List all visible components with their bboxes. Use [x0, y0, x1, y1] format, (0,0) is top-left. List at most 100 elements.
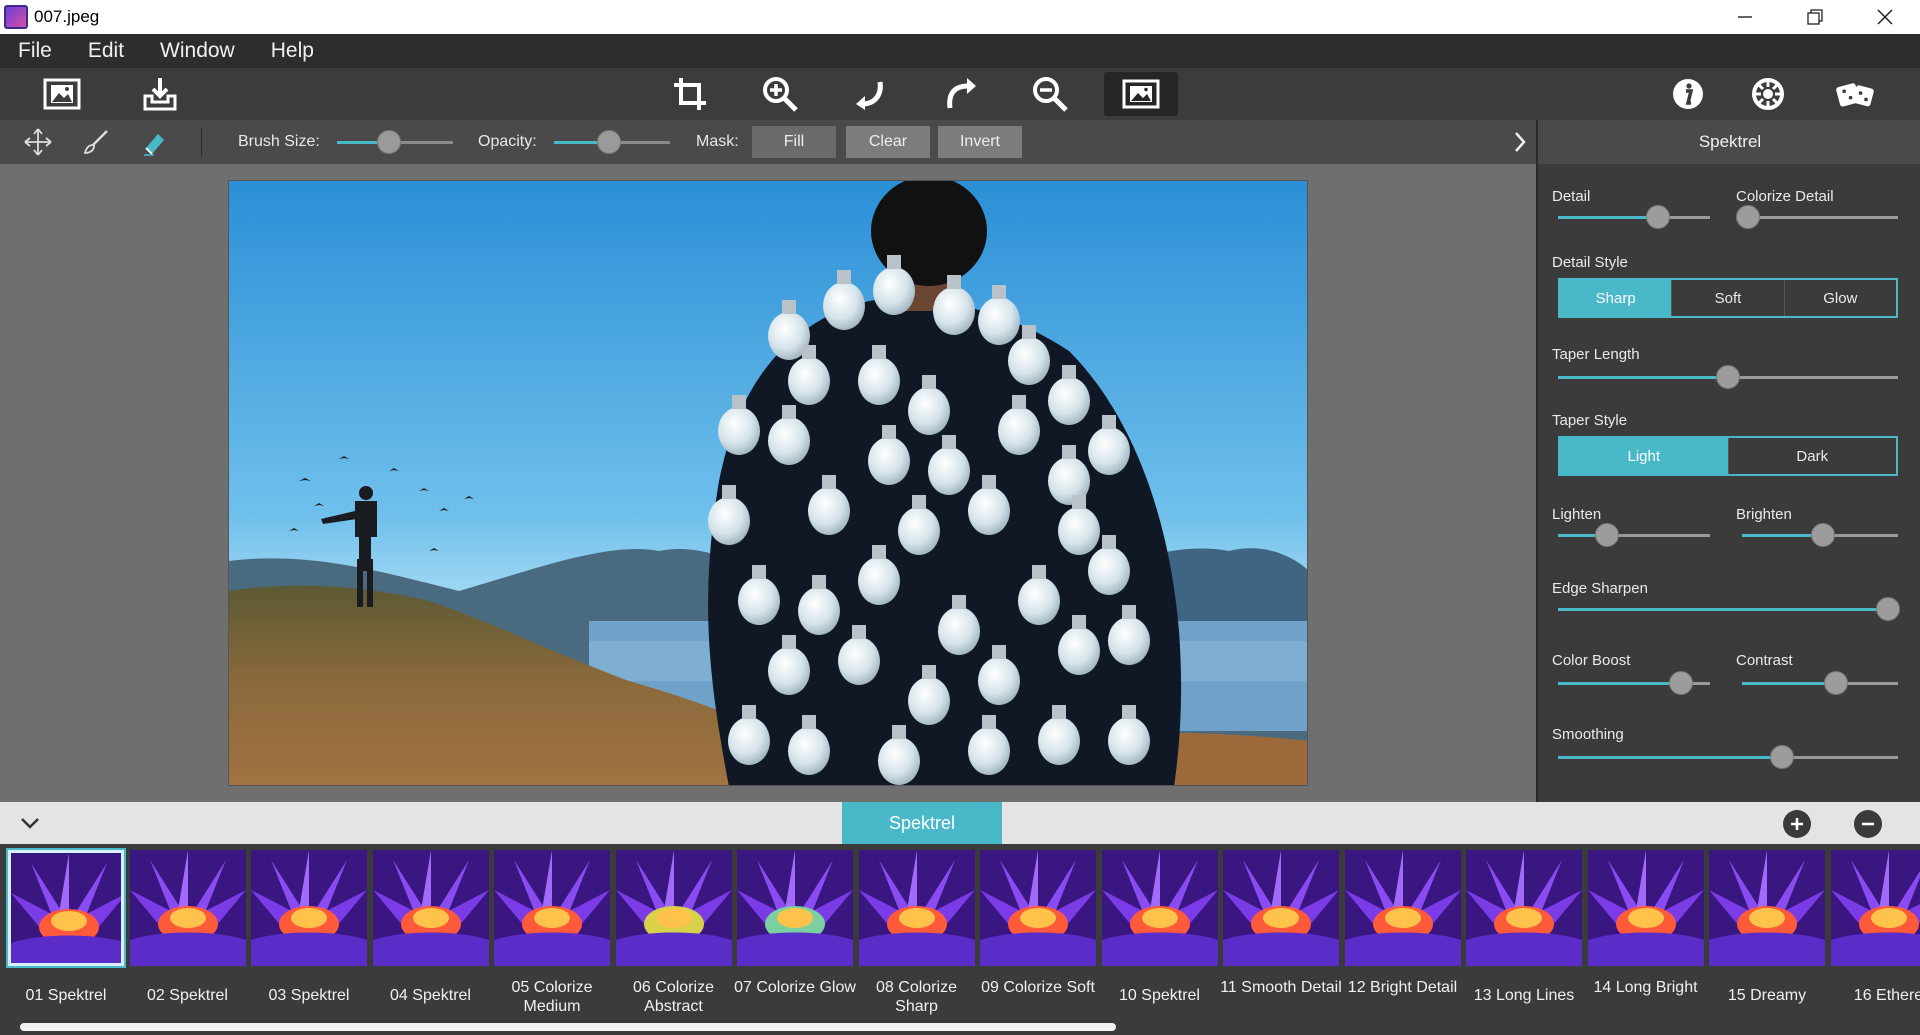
menu-help[interactable]: Help: [253, 39, 332, 63]
preset-item[interactable]: 06 Colorize Abstract: [615, 850, 732, 1030]
eraser-tool[interactable]: [136, 124, 172, 160]
edge-sharpen-knob[interactable]: [1875, 597, 1900, 621]
colorize-detail-slider[interactable]: [1736, 205, 1898, 229]
remove-preset-button[interactable]: [1854, 810, 1882, 838]
main-toolbar: [0, 68, 1920, 120]
brighten-slider[interactable]: [1742, 523, 1898, 547]
fit-screen-button[interactable]: [1104, 72, 1178, 116]
detail-style-glow[interactable]: Glow: [1785, 280, 1896, 316]
edited-photo[interactable]: [228, 180, 1308, 786]
preset-item[interactable]: 13 Long Lines: [1466, 850, 1582, 1030]
settings-button[interactable]: [1740, 72, 1796, 116]
preset-item[interactable]: 16 Ethere: [1830, 850, 1920, 1030]
bulb-base: [1022, 325, 1036, 339]
detail-knob[interactable]: [1646, 205, 1671, 229]
preset-item[interactable]: 10 Spektrel: [1101, 850, 1218, 1030]
minimize-icon: [1738, 16, 1752, 18]
restore-button[interactable]: [1780, 0, 1850, 34]
smoothing-slider[interactable]: [1558, 745, 1898, 769]
preset-thumbnail[interactable]: [1223, 850, 1339, 966]
preset-thumbnail[interactable]: [737, 850, 853, 966]
minimize-button[interactable]: [1710, 0, 1780, 34]
mask-invert-button[interactable]: Invert: [938, 126, 1022, 158]
info-button[interactable]: [1660, 72, 1716, 116]
zoom-in-button[interactable]: [752, 72, 808, 116]
lighten-slider[interactable]: [1558, 523, 1710, 547]
taper-length-slider[interactable]: [1558, 365, 1898, 389]
preset-item[interactable]: 04 Spektrel: [372, 850, 489, 1030]
preset-thumbnail[interactable]: [1830, 850, 1920, 966]
bulb-base: [872, 545, 886, 559]
contrast-slider[interactable]: [1742, 671, 1898, 695]
crop-button[interactable]: [662, 72, 718, 116]
preset-item[interactable]: 02 Spektrel: [129, 850, 246, 1030]
taper-style-light[interactable]: Light: [1560, 438, 1729, 474]
smoothing-knob[interactable]: [1770, 745, 1795, 769]
preset-item[interactable]: 03 Spektrel: [251, 850, 367, 1030]
color-boost-knob[interactable]: [1669, 671, 1694, 695]
preset-thumbnail[interactable]: [1587, 850, 1704, 966]
opacity-knob[interactable]: [596, 130, 621, 154]
preset-category-tab[interactable]: Spektrel: [842, 802, 1002, 844]
taper-length-knob[interactable]: [1716, 365, 1740, 389]
preset-thumbnail[interactable]: [858, 850, 975, 966]
randomize-button[interactable]: [1828, 72, 1884, 116]
preset-thumbnail[interactable]: [615, 850, 732, 966]
detail-style-sharp[interactable]: Sharp: [1560, 280, 1673, 316]
preset-thumbnail[interactable]: [1466, 850, 1582, 966]
preset-item[interactable]: 01 Spektrel: [6, 848, 126, 1030]
contrast-knob[interactable]: [1823, 671, 1848, 695]
preset-thumbnail[interactable]: [372, 850, 489, 966]
zoom-out-button[interactable]: [1022, 72, 1078, 116]
bulb-base: [1072, 495, 1086, 509]
mask-clear-button[interactable]: Clear: [846, 126, 930, 158]
preset-item[interactable]: 14 Long Bright: [1587, 850, 1704, 1030]
detail-style-soft[interactable]: Soft: [1672, 280, 1785, 316]
preset-item[interactable]: 05 Colorize Medium: [494, 850, 610, 1030]
preset-item[interactable]: 15 Dreamy: [1709, 850, 1825, 1030]
preset-item[interactable]: 11 Smooth Detail: [1220, 850, 1342, 1030]
preset-thumbnail[interactable]: [6, 848, 126, 968]
brush-size-slider[interactable]: [337, 130, 453, 154]
open-image-button[interactable]: [34, 72, 90, 116]
close-button[interactable]: [1850, 0, 1920, 34]
preset-thumbnail[interactable]: [1101, 850, 1218, 966]
preset-thumbnail[interactable]: [980, 850, 1096, 966]
preset-thumbnail[interactable]: [494, 850, 610, 966]
move-tool[interactable]: [20, 124, 56, 160]
taper-style-dark[interactable]: Dark: [1729, 438, 1897, 474]
preset-item[interactable]: 09 Colorize Soft: [980, 850, 1096, 1030]
image-canvas[interactable]: [0, 164, 1536, 802]
chevron-down-icon[interactable]: [18, 811, 42, 835]
preset-scrollbar[interactable]: [20, 1023, 1116, 1031]
colorize-detail-knob[interactable]: [1736, 205, 1761, 229]
rotate-left-button[interactable]: [842, 72, 898, 116]
preset-thumbnail[interactable]: [129, 850, 246, 966]
rotate-right-button[interactable]: [932, 72, 988, 116]
menu-edit[interactable]: Edit: [70, 39, 142, 63]
preset-item[interactable]: 07 Colorize Glow: [734, 850, 856, 1030]
lighten-knob[interactable]: [1594, 523, 1619, 547]
menu-file[interactable]: File: [0, 39, 70, 63]
preset-thumbnail[interactable]: [1344, 850, 1461, 966]
taper-style-selector: Light Dark: [1558, 436, 1898, 476]
detail-slider[interactable]: [1558, 205, 1710, 229]
opacity-slider[interactable]: [554, 130, 670, 154]
chevron-right-icon[interactable]: [1508, 130, 1532, 154]
save-button[interactable]: [132, 72, 188, 116]
preset-item[interactable]: 12 Bright Detail: [1344, 850, 1461, 1030]
preset-thumbnail[interactable]: [1709, 850, 1825, 966]
preset-thumbnail[interactable]: [251, 850, 367, 966]
color-boost-slider[interactable]: [1558, 671, 1710, 695]
menu-window[interactable]: Window: [142, 39, 253, 63]
brush-tool[interactable]: [78, 124, 114, 160]
light-bulb: [933, 287, 975, 335]
brighten-knob[interactable]: [1811, 523, 1836, 547]
add-preset-button[interactable]: [1783, 810, 1811, 838]
mask-fill-button[interactable]: Fill: [752, 126, 836, 158]
edge-sharpen-slider[interactable]: [1558, 597, 1900, 621]
bulb-base: [752, 565, 766, 579]
preset-item[interactable]: 08 Colorize Sharp: [858, 850, 975, 1030]
brush-size-knob[interactable]: [377, 130, 402, 154]
info-icon: [1673, 79, 1703, 109]
